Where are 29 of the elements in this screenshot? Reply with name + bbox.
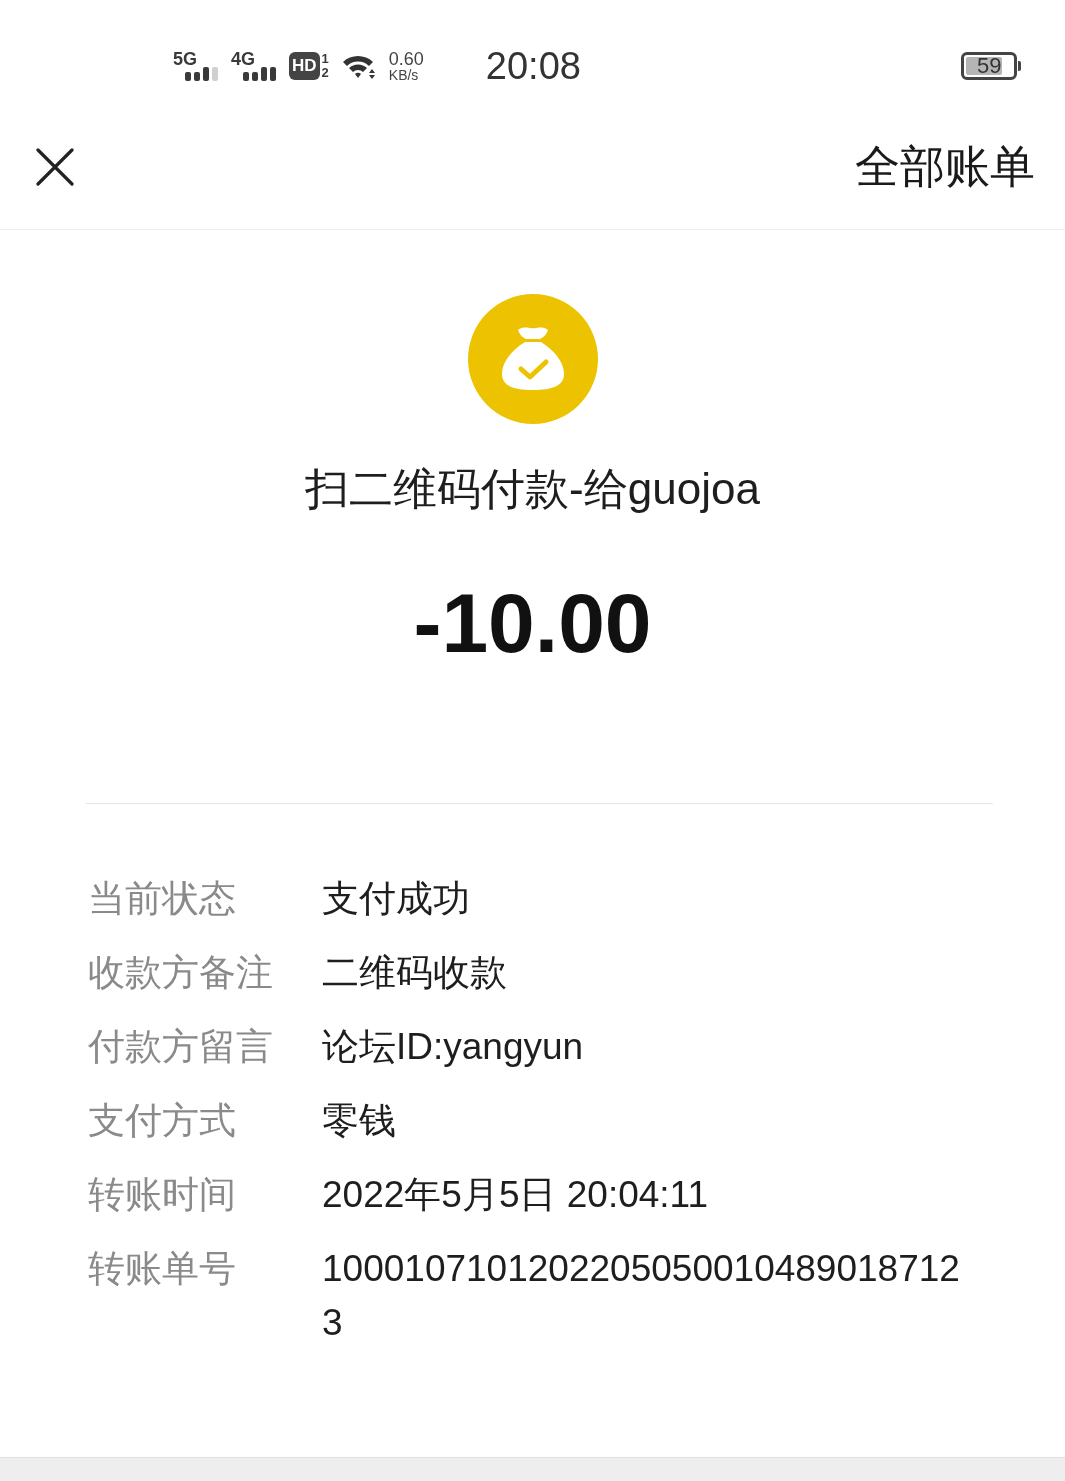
status-time: 20:08 (485, 44, 581, 88)
battery-percent: 59 (966, 57, 1002, 75)
detail-label: 支付方式 (88, 1099, 237, 1143)
money-bag-icon (467, 294, 598, 424)
all-bills-link[interactable]: 全部账单 (855, 139, 1035, 194)
signal-icon (185, 67, 221, 81)
detail-value: 二维码收款 (322, 951, 508, 995)
detail-value: 2022年5月5日 20:04:11 (322, 1173, 710, 1217)
sim-number: 1 (321, 52, 329, 66)
detail-value: 支付成功 (322, 877, 471, 921)
detail-label: 当前状态 (88, 877, 237, 921)
network-speed-value: 0.60 (388, 49, 424, 68)
detail-label: 转账时间 (88, 1173, 237, 1217)
sim-number: 2 (321, 66, 329, 80)
detail-value: 零钱 (322, 1099, 397, 1143)
detail-value: 论坛ID:yangyun (322, 1025, 585, 1069)
detail-label: 转账单号 (88, 1247, 237, 1291)
signal-icon (243, 67, 279, 81)
network-speed-unit: KB/s (388, 67, 419, 83)
detail-value: 10001071012022050500104890187123 (322, 1247, 961, 1345)
network-type-label: 5G (173, 51, 198, 67)
network-type-label: 4G (231, 51, 256, 67)
close-icon (36, 147, 74, 186)
payment-amount: -10.00 (413, 575, 652, 672)
close-button[interactable] (36, 147, 74, 186)
detail-label: 收款方备注 (88, 951, 274, 995)
detail-label: 付款方留言 (88, 1025, 274, 1069)
payment-title: 扫二维码付款-给guojoa (305, 463, 760, 515)
hd-badge: HD (289, 52, 320, 80)
